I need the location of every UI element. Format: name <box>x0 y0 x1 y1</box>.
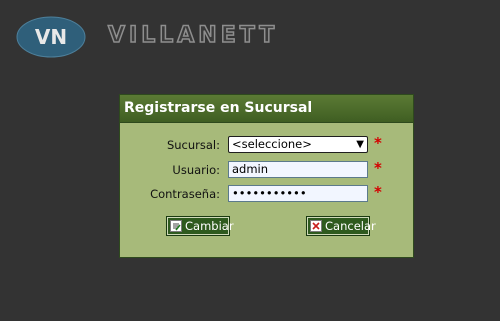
cancelar-button[interactable]: Cancelar <box>306 216 376 236</box>
brand-name: VILLANETT <box>107 22 279 49</box>
usuario-row: Usuario: admin * <box>120 159 413 181</box>
edit-document-icon <box>170 220 182 232</box>
required-marker: * <box>374 159 382 177</box>
usuario-input[interactable]: admin <box>228 161 368 178</box>
contrasena-row: Contraseña: ••••••••••• * <box>120 183 413 205</box>
brand-logo: VN VILLANETT <box>16 16 275 58</box>
required-marker: * <box>374 183 382 201</box>
sucursal-selected-value: <seleccione> <box>232 137 312 151</box>
dialog-title: Registrarse en Sucursal <box>120 95 413 123</box>
cambiar-label: Cambiar <box>185 219 234 233</box>
required-marker: * <box>374 134 382 152</box>
password-input[interactable]: ••••••••••• <box>228 185 368 202</box>
chevron-down-icon[interactable]: ▼ <box>356 137 364 152</box>
cambiar-button[interactable]: Cambiar <box>166 216 234 236</box>
branch-login-dialog: Registrarse en Sucursal Sucursal: <selec… <box>119 94 414 258</box>
logo-initials: VN <box>35 25 67 49</box>
logo-badge-icon: VN <box>16 16 86 58</box>
usuario-label: Usuario: <box>172 163 220 177</box>
contrasena-label: Contraseña: <box>150 187 220 201</box>
cancel-document-icon <box>310 220 322 232</box>
sucursal-select[interactable]: <seleccione> ▼ <box>228 136 368 153</box>
sucursal-row: Sucursal: <seleccione> ▼ * <box>120 134 413 156</box>
sucursal-label: Sucursal: <box>166 138 220 152</box>
cancelar-label: Cancelar <box>325 219 376 233</box>
